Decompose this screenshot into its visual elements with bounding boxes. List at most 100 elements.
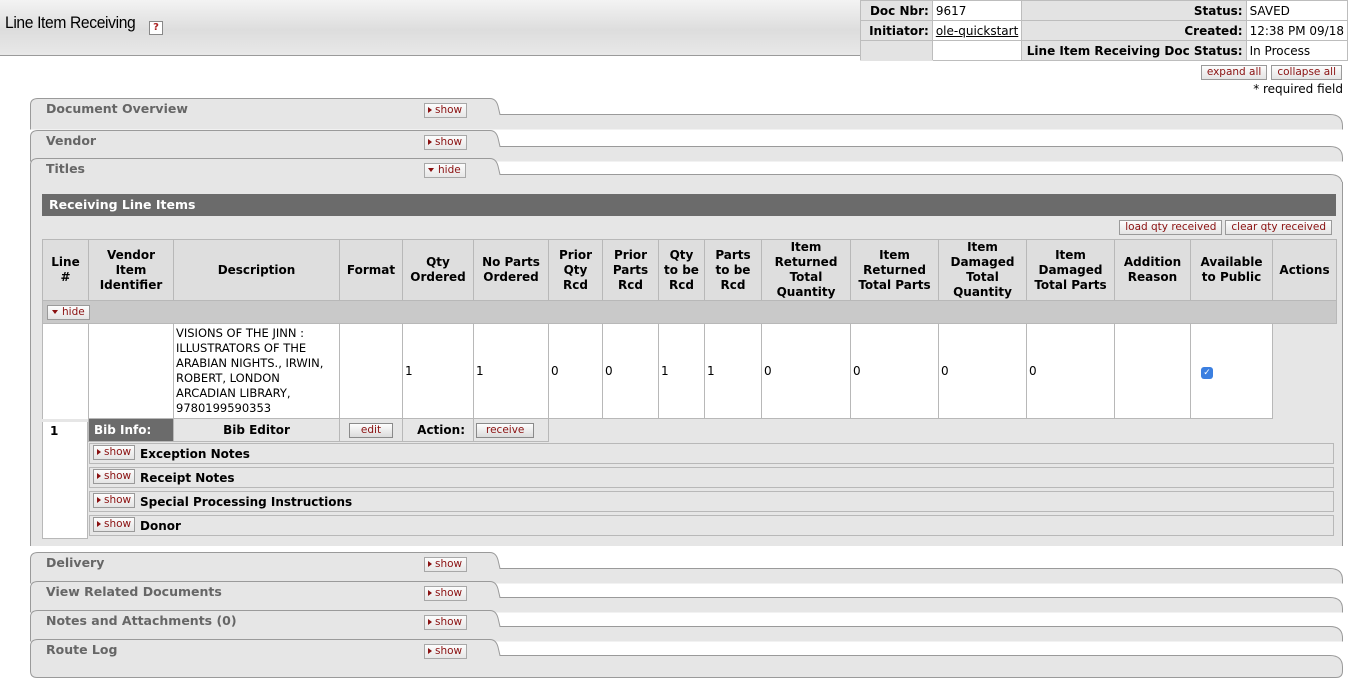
triangle-down-icon: [52, 310, 58, 314]
exception-notes-section: show Exception Notes: [89, 443, 1334, 464]
titles-hide-button[interactable]: hide: [424, 163, 466, 178]
qty-ordered-cell: 1: [402, 323, 474, 419]
col-prior-qty-rcd: Prior Qty Rcd: [548, 239, 603, 301]
expand-collapse-buttons: expand all collapse all: [1197, 64, 1342, 80]
triangle-right-icon: [428, 648, 432, 654]
clear-qty-received-button[interactable]: clear qty received: [1225, 220, 1332, 235]
vendor-item-cell: [88, 323, 174, 419]
parts-to-be-rcd-cell: 1: [704, 323, 762, 419]
triangle-right-icon: [428, 619, 432, 625]
show-label: show: [435, 136, 463, 148]
hide-label: hide: [438, 164, 461, 176]
show-label: show: [435, 104, 463, 116]
document-header-table: Doc Nbr: 9617 Status: SAVED Initiator: o…: [860, 0, 1348, 61]
show-label: show: [104, 494, 132, 506]
triangle-right-icon: [97, 521, 101, 527]
tab-label: Delivery: [46, 555, 105, 570]
special-processing-label: Special Processing Instructions: [140, 495, 353, 509]
header-blank-cell: [860, 40, 933, 61]
col-item-returned-total-parts: Item Returned Total Parts: [850, 239, 939, 301]
item-returned-total-parts-cell: 0: [850, 323, 939, 419]
table-header-row: Line # Vendor Item Identifier Descriptio…: [42, 239, 1337, 301]
delivery-show-button[interactable]: show: [424, 557, 468, 572]
created-label: Created:: [1021, 20, 1247, 41]
col-available-to-public: Available to Public: [1190, 239, 1273, 301]
donor-show-button[interactable]: show: [93, 517, 136, 532]
hide-label: hide: [62, 306, 85, 318]
col-qty-to-be-rcd: Qty to be Rcd: [658, 239, 705, 301]
donor-section: show Donor: [89, 515, 1334, 536]
col-parts-to-be-rcd: Parts to be Rcd: [704, 239, 762, 301]
load-qty-received-button[interactable]: load qty received: [1119, 220, 1223, 235]
available-to-public-checkbox[interactable]: ✓: [1201, 366, 1213, 379]
addition-reason-cell: [1114, 323, 1191, 419]
header-bar: Line Item Receiving ?: [0, 0, 860, 56]
no-parts-ordered-cell: 1: [473, 323, 549, 419]
show-label: show: [435, 616, 463, 628]
qty-buttons: load qty received clear qty received: [1116, 219, 1332, 235]
document-overview-show-button[interactable]: show: [424, 103, 468, 118]
lir-status-label: Line Item Receiving Doc Status:: [1021, 40, 1247, 61]
description-cell: VISIONS OF THE JINN : ILLUSTRATORS OF TH…: [173, 323, 340, 419]
special-processing-show-button[interactable]: show: [93, 493, 136, 508]
initiator-link[interactable]: ole-quickstart: [936, 24, 1018, 38]
show-label: show: [104, 446, 132, 458]
route-log-show-button[interactable]: show: [424, 644, 468, 659]
receipt-notes-label: Receipt Notes: [140, 471, 235, 485]
expand-all-button[interactable]: expand all: [1200, 65, 1268, 80]
show-label: show: [435, 558, 463, 570]
lir-status-value: In Process: [1245, 40, 1348, 61]
receive-cell: receive: [473, 418, 549, 442]
triangle-right-icon: [428, 590, 432, 596]
qty-to-be-rcd-cell: 1: [658, 323, 705, 419]
required-field-note: * required field: [1253, 82, 1343, 96]
exception-notes-show-button[interactable]: show: [93, 445, 136, 460]
bib-info-label: Bib Info:: [88, 418, 174, 442]
receive-button[interactable]: receive: [476, 423, 535, 438]
tab-label: View Related Documents: [46, 584, 222, 599]
view-related-show-button[interactable]: show: [424, 586, 468, 601]
line-hide-row: hide: [42, 300, 1337, 324]
doc-nbr-value: 9617: [931, 0, 1023, 21]
tab-label: Notes and Attachments (0): [46, 613, 237, 628]
actions-cell: [1272, 323, 1337, 419]
triangle-down-icon: [428, 168, 434, 172]
tab-shape: [30, 98, 1343, 130]
item-damaged-total-qty-cell: 0: [938, 323, 1027, 419]
donor-label: Donor: [140, 519, 181, 533]
line-number: 1: [50, 424, 59, 438]
bib-edit-button[interactable]: edit: [348, 423, 394, 438]
col-format: Format: [339, 239, 403, 301]
col-item-damaged-total-parts: Item Damaged Total Parts: [1026, 239, 1115, 301]
col-qty-ordered: Qty Ordered: [402, 239, 474, 301]
line-cell-top: [42, 323, 89, 419]
receiving-line-items-header: Receiving Line Items: [42, 194, 1336, 216]
notes-show-button[interactable]: show: [424, 615, 468, 630]
show-label: show: [104, 518, 132, 530]
help-icon[interactable]: ?: [149, 21, 163, 35]
status-value: SAVED: [1245, 0, 1348, 21]
exception-notes-label: Exception Notes: [140, 447, 250, 461]
collapse-all-button[interactable]: collapse all: [1271, 65, 1342, 80]
initiator-label: Initiator:: [860, 20, 933, 41]
triangle-right-icon: [428, 139, 432, 145]
bib-info-row: Bib Info: Bib Editor edit Action: receiv…: [88, 418, 549, 442]
show-label: show: [104, 470, 132, 482]
col-vendor-item: Vendor Item Identifier: [88, 239, 174, 301]
line-hide-button[interactable]: hide: [47, 305, 90, 320]
prior-parts-rcd-cell: 0: [602, 323, 659, 419]
line-hide-cell: hide: [42, 300, 1337, 324]
triangle-right-icon: [428, 561, 432, 567]
prior-qty-rcd-cell: 0: [548, 323, 603, 419]
tab-label: Route Log: [46, 642, 118, 657]
show-label: show: [435, 587, 463, 599]
doc-nbr-label: Doc Nbr:: [860, 0, 933, 21]
vendor-show-button[interactable]: show: [424, 135, 468, 150]
header-blank-value: [931, 40, 1023, 61]
tab-label: Document Overview: [46, 101, 188, 116]
tab-route-log: Route Log show: [30, 637, 1343, 679]
col-actions: Actions: [1272, 239, 1337, 301]
triangle-right-icon: [428, 107, 432, 113]
bib-editor-label: Bib Editor: [173, 418, 340, 442]
receipt-notes-show-button[interactable]: show: [93, 469, 136, 484]
